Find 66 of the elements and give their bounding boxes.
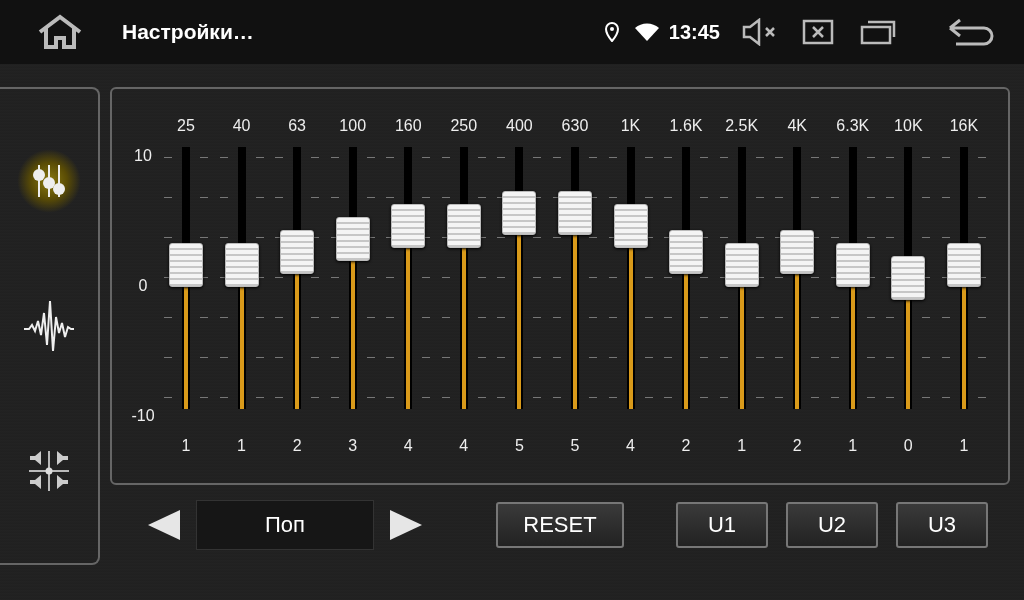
slider-thumb[interactable] bbox=[724, 242, 759, 287]
clock-time: 13:45 bbox=[668, 20, 720, 44]
band-value: 5 bbox=[514, 437, 524, 455]
slider-thumb[interactable] bbox=[613, 203, 648, 248]
frequency-label: 250 bbox=[450, 117, 478, 136]
slider-thumb[interactable] bbox=[780, 229, 815, 274]
frequency-label: 63 bbox=[288, 117, 306, 136]
frequency-label: 630 bbox=[561, 117, 589, 136]
scale-label: 0 bbox=[138, 277, 148, 295]
slider-thumb[interactable] bbox=[169, 242, 203, 287]
slider-thumb[interactable] bbox=[669, 229, 704, 274]
preset-name: Поп bbox=[196, 500, 374, 550]
speaker-balance-icon bbox=[27, 448, 71, 493]
location-pin-icon bbox=[604, 22, 619, 42]
window-title: Настройки… bbox=[122, 20, 255, 44]
frequency-label: 2.5K bbox=[725, 117, 759, 136]
frequency-label: 400 bbox=[506, 117, 533, 136]
previous-arrow-icon[interactable] bbox=[146, 508, 182, 542]
band-value: 1 bbox=[237, 437, 246, 455]
wifi-icon bbox=[634, 23, 659, 41]
reset-button[interactable]: RESET bbox=[496, 502, 624, 548]
slider-thumb[interactable] bbox=[502, 190, 537, 235]
band-value: 3 bbox=[348, 437, 358, 455]
user-preset-button[interactable]: U1 bbox=[676, 502, 768, 548]
slider-thumb[interactable] bbox=[280, 229, 315, 274]
frequency-label: 25 bbox=[177, 117, 195, 136]
user-preset-button[interactable]: U2 bbox=[786, 502, 878, 548]
frequency-label: 10K bbox=[894, 117, 923, 136]
frequency-label: 6.3K bbox=[836, 117, 870, 136]
slider-thumb[interactable] bbox=[446, 203, 481, 248]
band-value: 0 bbox=[903, 437, 913, 455]
band-value: 2 bbox=[681, 437, 691, 455]
band-value: 2 bbox=[792, 437, 802, 455]
scale-label: -10 bbox=[131, 407, 155, 425]
frequency-label: 4K bbox=[787, 117, 807, 136]
frequency-label: 1.6K bbox=[669, 117, 703, 136]
band-value: 5 bbox=[570, 437, 580, 455]
band-value: 1 bbox=[848, 437, 858, 455]
sound-wave-icon bbox=[23, 299, 75, 353]
frequency-label: 1K bbox=[620, 117, 641, 136]
user-preset-button[interactable]: U3 bbox=[896, 502, 988, 548]
mute-icon[interactable] bbox=[742, 18, 778, 46]
frequency-label: 16K bbox=[949, 117, 979, 136]
slider-thumb[interactable] bbox=[557, 190, 592, 235]
band-value: 1 bbox=[737, 437, 747, 455]
home-icon[interactable] bbox=[36, 14, 84, 50]
scale-label: 10 bbox=[134, 147, 152, 165]
slider-thumb[interactable] bbox=[835, 242, 870, 287]
frequency-label: 160 bbox=[394, 117, 422, 136]
slider-thumb[interactable] bbox=[224, 242, 259, 287]
slider-thumb[interactable] bbox=[946, 242, 981, 287]
back-icon[interactable] bbox=[948, 18, 994, 46]
frequency-label: 40 bbox=[232, 117, 251, 136]
slider-thumb[interactable] bbox=[891, 256, 926, 300]
band-value: 4 bbox=[403, 437, 413, 455]
band-value: 1 bbox=[959, 437, 969, 455]
frequency-label: 100 bbox=[339, 117, 367, 136]
slider-thumb[interactable] bbox=[335, 216, 370, 261]
slider-thumb[interactable] bbox=[391, 203, 426, 248]
band-value: 2 bbox=[292, 437, 302, 455]
next-arrow-icon[interactable] bbox=[388, 508, 424, 542]
recent-apps-icon[interactable] bbox=[860, 19, 896, 45]
close-icon[interactable] bbox=[802, 19, 834, 45]
band-value: 4 bbox=[459, 437, 469, 455]
band-value: 4 bbox=[626, 437, 635, 455]
band-value: 1 bbox=[181, 437, 191, 455]
